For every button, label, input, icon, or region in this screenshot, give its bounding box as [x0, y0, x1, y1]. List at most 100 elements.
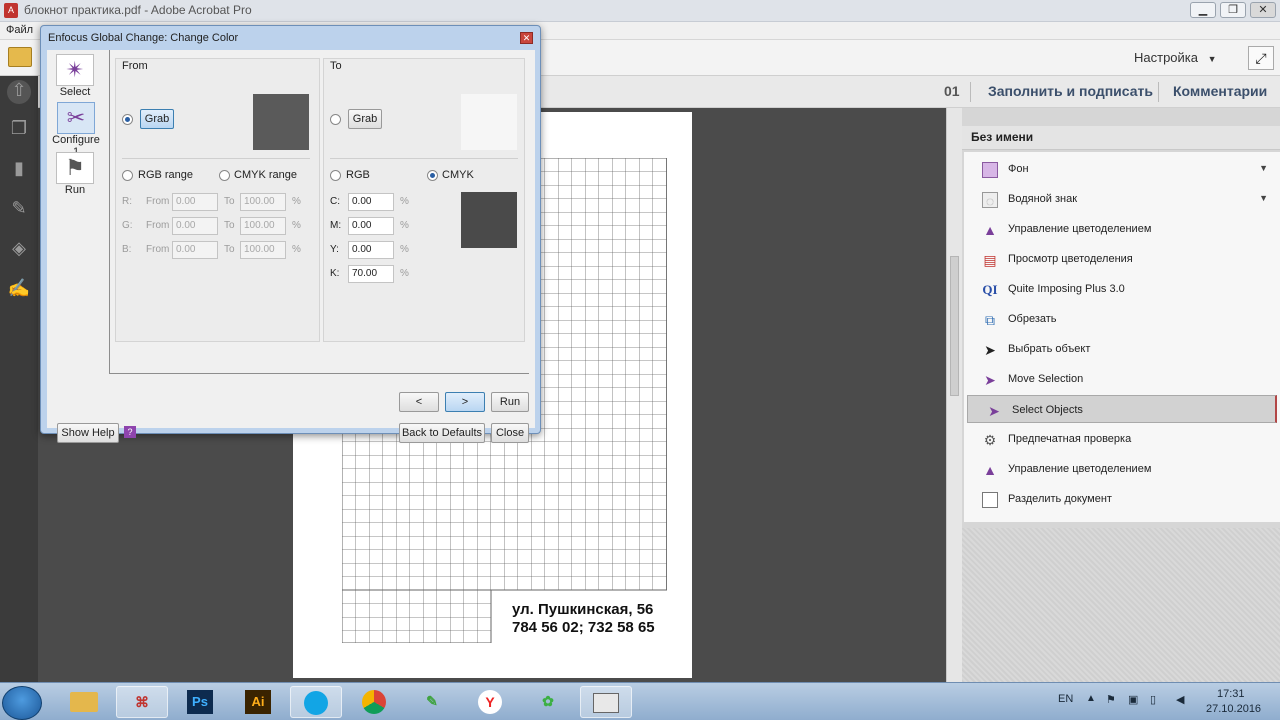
cmyk-radio[interactable]	[427, 170, 438, 181]
k-field[interactable]: 70.00	[348, 265, 394, 283]
tool-item-background[interactable]: Фон ▼	[964, 155, 1280, 185]
tool-item-ink-manager-2[interactable]: ▲ Управление цветоделением	[964, 455, 1280, 485]
layers-icon[interactable]: ◈	[7, 238, 31, 262]
photoshop-icon[interactable]: Ps	[174, 686, 226, 718]
tool-item-output-preview[interactable]: ▤ Просмотр цветоделения	[964, 245, 1280, 275]
skype-icon[interactable]	[290, 686, 342, 718]
icq-icon[interactable]: ✿	[522, 686, 574, 718]
open-folder-icon[interactable]	[8, 47, 32, 67]
chevron-down-icon[interactable]: ▼	[1259, 163, 1268, 173]
signature-icon[interactable]: ✍	[7, 278, 31, 302]
clock-time[interactable]: 17:31	[1217, 688, 1245, 700]
tool-item-quite-imposing[interactable]: QI Quite Imposing Plus 3.0	[964, 275, 1280, 305]
c-field[interactable]: 0.00	[348, 193, 394, 211]
settings-menu[interactable]: Настройка ▼	[1134, 50, 1217, 65]
windows-taskbar: ⌘ Ps Ai ✎ Y ✿ EN ▲ ⚑ ▣ ▯ ◀ 17:31 27.10.2…	[0, 682, 1280, 720]
tool-item-ink-manager[interactable]: ▲ Управление цветоделением	[964, 215, 1280, 245]
show-help-button[interactable]: Show Help	[57, 423, 119, 443]
next-button[interactable]: >	[445, 392, 485, 412]
tool-item-select-objects[interactable]: ➤ Select Objects	[967, 395, 1277, 423]
menu-file[interactable]: Файл	[6, 24, 33, 36]
vertical-scrollbar[interactable]	[946, 108, 962, 682]
tool-item-select-object[interactable]: ➤ Выбрать объект	[964, 335, 1280, 365]
rgb-radio[interactable]	[330, 170, 341, 181]
to-grab-button[interactable]: Grab	[348, 109, 382, 129]
panel-header: Без имени	[962, 126, 1280, 150]
close-window-button[interactable]: ✕	[1250, 2, 1276, 18]
y-field[interactable]: 0.00	[348, 241, 394, 259]
tray-volume-icon[interactable]: ◀	[1176, 693, 1184, 706]
m-field[interactable]: 0.00	[348, 217, 394, 235]
tool-item-watermark[interactable]: ◌ Водяной знак ▼	[964, 185, 1280, 215]
rgb-range-label: RGB range	[138, 169, 194, 181]
tool-select[interactable]: ✴ Select	[53, 54, 97, 98]
run-button[interactable]: Run	[491, 392, 529, 412]
color-separation-icon: ▲	[983, 462, 997, 478]
b-from-field[interactable]: 0.00	[172, 241, 218, 259]
close-button[interactable]: Close	[491, 423, 529, 443]
g-to-field[interactable]: 100.00	[240, 217, 286, 235]
fullscreen-icon[interactable]: ⤢	[1248, 46, 1274, 70]
help-icon[interactable]: ?	[124, 426, 136, 438]
tool-item-move-selection[interactable]: ➤ Move Selection	[964, 365, 1280, 395]
tools-panel: Без имени Фон ▼ ◌ Водяной знак ▼ ▲ Управлени…	[962, 108, 1280, 682]
to-grab-radio[interactable]	[330, 114, 341, 125]
language-indicator[interactable]: EN	[1058, 693, 1073, 705]
tray-network-icon[interactable]: ▣	[1128, 693, 1138, 706]
tool-configure[interactable]: ✂Configure 1	[50, 102, 102, 158]
rgb-range-radio[interactable]	[122, 170, 133, 181]
divider	[109, 373, 529, 374]
yandex-icon[interactable]: Y	[464, 686, 516, 718]
tool-item-preflight[interactable]: ⚙ Предпечатная проверка	[964, 425, 1280, 455]
chevron-down-icon[interactable]: ▼	[1259, 193, 1268, 203]
color-separation-icon: ▲	[983, 222, 997, 238]
tray-device-icon[interactable]: ▯	[1150, 693, 1156, 706]
panel-empty-area	[962, 528, 1280, 682]
comments-tab[interactable]: Комментарии	[1173, 83, 1267, 99]
fill-sign-tab[interactable]: Заполнить и подписать	[988, 83, 1153, 99]
g-from-field[interactable]: 0.00	[172, 217, 218, 235]
preflight-icon: ⚙	[983, 432, 997, 448]
start-button[interactable]	[2, 686, 42, 720]
from-grab-button[interactable]: Grab	[140, 109, 174, 129]
bookmark-icon[interactable]: ▮	[7, 158, 31, 182]
acrobat-icon[interactable]: ⌘	[116, 686, 168, 718]
chrome-icon[interactable]	[348, 686, 400, 718]
move-selection-icon: ➤	[984, 372, 996, 388]
window-title: блокнот практика.pdf - Adobe Acrobat Pro	[24, 3, 252, 17]
tray-flag-icon[interactable]: ⚑	[1106, 693, 1116, 706]
tool-run[interactable]: ⚑ Run	[53, 152, 97, 196]
clock-date[interactable]: 27.10.2016	[1206, 703, 1261, 715]
dialog-close-icon[interactable]: ✕	[520, 32, 533, 44]
page-number: 01	[944, 83, 960, 99]
maximize-button[interactable]: ❐	[1220, 2, 1246, 18]
previous-button[interactable]: <	[399, 392, 439, 412]
camtasia-icon[interactable]: ✎	[406, 686, 458, 718]
tool-item-crop[interactable]: ⧉ Обрезать	[964, 305, 1280, 335]
pages-icon[interactable]: ❐	[7, 118, 31, 142]
from-grab-radio[interactable]	[122, 114, 133, 125]
dialog-title: Enfocus Global Change: Change Color	[48, 32, 239, 44]
cmyk-range-radio[interactable]	[219, 170, 230, 181]
window-icon[interactable]	[580, 686, 632, 718]
paperclip-icon[interactable]: ✎	[7, 198, 31, 222]
separation-preview-icon: ▤	[983, 252, 997, 268]
explorer-icon[interactable]	[58, 686, 110, 718]
illustrator-icon[interactable]: Ai	[232, 686, 284, 718]
scrollbar-thumb[interactable]	[950, 256, 959, 396]
tool-item-split-document[interactable]: Разделить документ	[964, 485, 1280, 515]
b-to-field[interactable]: 100.00	[240, 241, 286, 259]
divider	[330, 158, 518, 159]
up-arrow-icon[interactable]: ⇧	[7, 80, 31, 104]
chevron-down-icon: ▼	[1207, 54, 1217, 64]
select-wand-icon: ✴	[56, 54, 94, 86]
watermark-icon: ◌	[982, 192, 998, 209]
split-document-icon	[982, 492, 998, 508]
address-line: ул. Пушкинская, 56	[512, 601, 654, 618]
tray-arrow-icon[interactable]: ▲	[1086, 693, 1096, 704]
select-object-icon: ➤	[984, 342, 996, 358]
r-to-field[interactable]: 100.00	[240, 193, 286, 211]
back-to-defaults-button[interactable]: Back to Defaults	[399, 423, 485, 443]
minimize-button[interactable]: ▁	[1190, 2, 1216, 18]
r-from-field[interactable]: 0.00	[172, 193, 218, 211]
